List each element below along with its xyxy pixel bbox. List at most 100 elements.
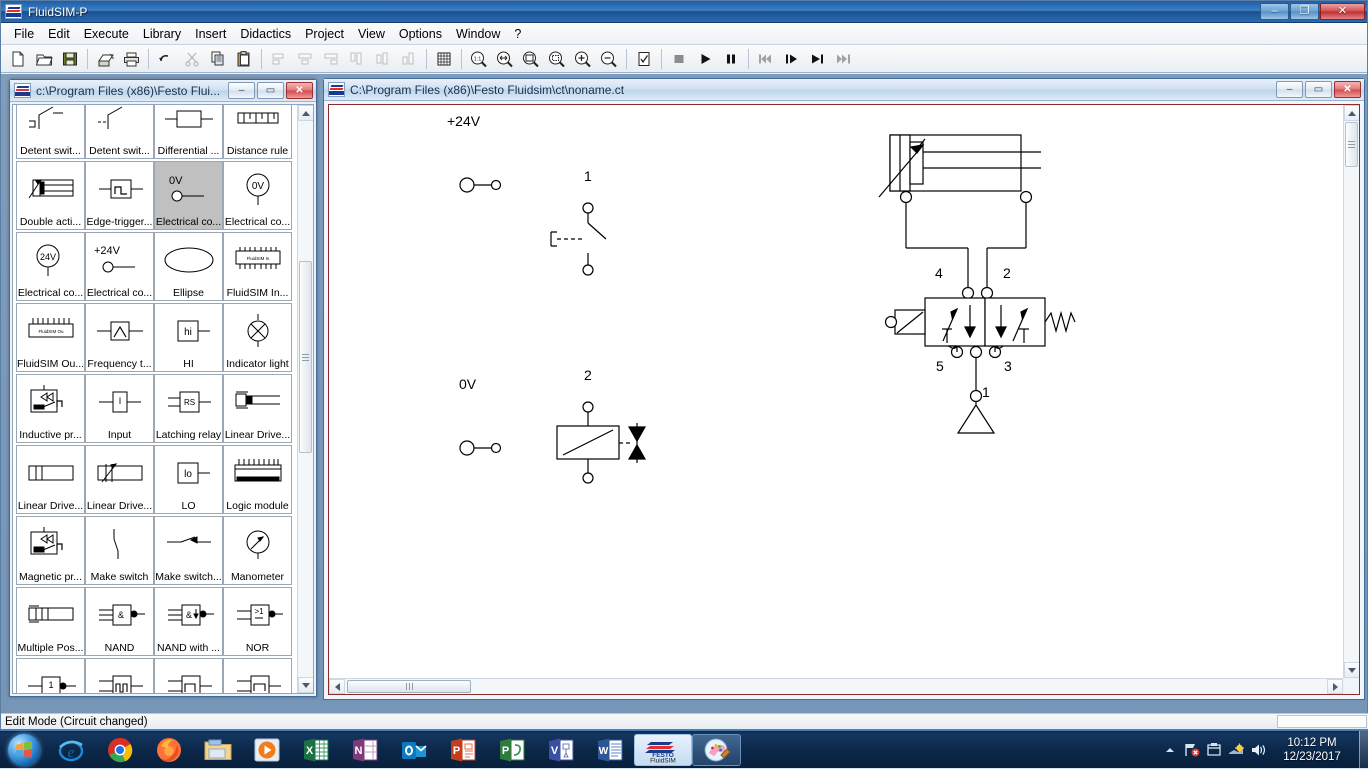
library-item[interactable]: &NAND (85, 587, 154, 656)
library-item[interactable]: Make switch... (154, 516, 223, 585)
taskbar-clock[interactable]: 10:12 PM 12/23/2017 (1269, 736, 1355, 764)
canvas-horizontal-scrollbar[interactable] (329, 678, 1343, 694)
library-item[interactable]: Linear Drive... (16, 445, 85, 514)
menu-edit[interactable]: Edit (41, 24, 77, 44)
library-item[interactable]: Manometer (223, 516, 292, 585)
library-item[interactable]: Magnetic pr... (16, 516, 85, 585)
document-titlebar[interactable]: C:\Program Files (x86)\Festo Fluidsim\ct… (324, 79, 1364, 101)
canvas-scroll-right-arrow-icon[interactable] (1327, 679, 1343, 694)
library-close-button[interactable]: ✕ (286, 82, 313, 99)
show-hidden-icons-button[interactable] (1159, 731, 1181, 769)
library-item[interactable]: Frequency t... (85, 303, 154, 372)
print-preview-icon[interactable] (93, 47, 117, 71)
zoom-in-icon[interactable] (571, 47, 595, 71)
library-item[interactable]: 0VElectrical co... (223, 161, 292, 230)
grid-icon[interactable] (432, 47, 456, 71)
library-item[interactable]: Distance rule (223, 105, 292, 159)
library-item[interactable]: Linear Drive... (85, 445, 154, 514)
menu-didactics[interactable]: Didactics (233, 24, 298, 44)
align-center-icon[interactable] (293, 47, 317, 71)
menu-library[interactable]: Library (136, 24, 188, 44)
new-file-icon[interactable] (6, 47, 30, 71)
library-item[interactable]: &NAND with ... (154, 587, 223, 656)
check-circuit-icon[interactable] (632, 47, 656, 71)
publisher-icon[interactable]: P (487, 732, 536, 768)
library-item[interactable]: Off delay (85, 658, 154, 693)
library-item[interactable]: Indicator light (223, 303, 292, 372)
library-vertical-scrollbar[interactable] (297, 105, 313, 693)
windows-update-icon[interactable] (1225, 731, 1247, 769)
word-icon[interactable]: W (585, 732, 634, 768)
library-item[interactable]: hiHI (154, 303, 223, 372)
library-item[interactable]: 0VElectrical co... (154, 161, 223, 230)
fast-forward-icon[interactable] (832, 47, 856, 71)
align-left-icon[interactable] (267, 47, 291, 71)
fluidsim-taskbar-icon[interactable]: FESTO FluidSIM (634, 734, 692, 766)
library-item[interactable]: Detent swit... (16, 105, 85, 159)
step-forward-icon[interactable] (780, 47, 804, 71)
library-item[interactable]: Inductive pr... (16, 374, 85, 443)
menu-execute[interactable]: Execute (77, 24, 136, 44)
library-item[interactable]: loLO (154, 445, 223, 514)
volume-icon[interactable] (1247, 731, 1269, 769)
document-minimize-button[interactable]: – (1276, 81, 1303, 98)
library-item[interactable]: 24VElectrical co... (16, 232, 85, 301)
start-button[interactable] (2, 732, 46, 768)
file-explorer-icon[interactable] (193, 732, 242, 768)
visio-icon[interactable]: V (536, 732, 585, 768)
library-restore-button[interactable]: ▭ (257, 82, 284, 99)
canvas-vertical-scrollbar[interactable] (1343, 105, 1359, 678)
canvas-scroll-left-arrow-icon[interactable] (329, 679, 345, 694)
zoom-fit-page-icon[interactable] (519, 47, 543, 71)
windows-media-player-icon[interactable] (242, 732, 291, 768)
paste-icon[interactable] (232, 47, 256, 71)
onenote-icon[interactable]: N (340, 732, 389, 768)
library-item[interactable]: Differential ... (154, 105, 223, 159)
library-item[interactable]: FluidSIM OuFluidSIM Ou... (16, 303, 85, 372)
circuit-canvas[interactable]: +24V 0V 1 2 4 2 5 3 1 (329, 105, 1343, 678)
next-icon[interactable] (806, 47, 830, 71)
show-desktop-button[interactable] (1359, 731, 1368, 769)
canvas-vscroll-thumb[interactable] (1345, 122, 1358, 167)
scroll-up-arrow-icon[interactable] (298, 105, 314, 121)
cut-scissors-icon[interactable] (180, 47, 204, 71)
play-icon[interactable] (693, 47, 717, 71)
library-minimize-button[interactable]: – (228, 82, 255, 99)
library-item[interactable]: Make switch (85, 516, 154, 585)
distribute-middle-icon[interactable] (371, 47, 395, 71)
document-close-button[interactable]: ✕ (1334, 81, 1361, 98)
stop-icon[interactable] (667, 47, 691, 71)
library-item[interactable]: +24VElectrical co... (85, 232, 154, 301)
document-restore-button[interactable]: ▭ (1305, 81, 1332, 98)
canvas-scroll-down-arrow-icon[interactable] (1344, 662, 1360, 678)
menu-options[interactable]: Options (392, 24, 449, 44)
paint-icon[interactable] (692, 734, 741, 766)
canvas-hscroll-thumb[interactable] (347, 680, 471, 693)
powerpoint-icon[interactable]: P (438, 732, 487, 768)
menu-help[interactable]: ? (507, 24, 528, 44)
library-item[interactable]: Ellipse (154, 232, 223, 301)
zoom-out-icon[interactable] (597, 47, 621, 71)
menu-insert[interactable]: Insert (188, 24, 233, 44)
library-titlebar[interactable]: c:\Program Files (x86)\Festo Flui... – ▭… (10, 80, 316, 102)
network-problem-icon[interactable] (1181, 731, 1203, 769)
minimize-button[interactable]: – (1260, 3, 1289, 20)
zoom-region-icon[interactable] (545, 47, 569, 71)
library-item[interactable]: IInput (85, 374, 154, 443)
library-item[interactable]: Multiple Pos... (16, 587, 85, 656)
maximize-button[interactable]: ❐ (1290, 3, 1319, 20)
google-chrome-icon[interactable] (95, 732, 144, 768)
open-folder-icon[interactable] (32, 47, 56, 71)
library-item[interactable]: Linear Drive... (223, 374, 292, 443)
main-titlebar[interactable]: FluidSIM-P – ❐ ✕ (1, 1, 1367, 23)
menu-window[interactable]: Window (449, 24, 507, 44)
excel-icon[interactable]: X (291, 732, 340, 768)
undo-icon[interactable] (154, 47, 178, 71)
save-disk-icon[interactable] (58, 47, 82, 71)
library-item[interactable]: On/off delay (223, 658, 292, 693)
pause-icon[interactable] (719, 47, 743, 71)
firefox-icon[interactable] (144, 732, 193, 768)
library-item[interactable]: Detent swit... (85, 105, 154, 159)
distribute-bottom-icon[interactable] (397, 47, 421, 71)
library-item[interactable]: Logic module (223, 445, 292, 514)
